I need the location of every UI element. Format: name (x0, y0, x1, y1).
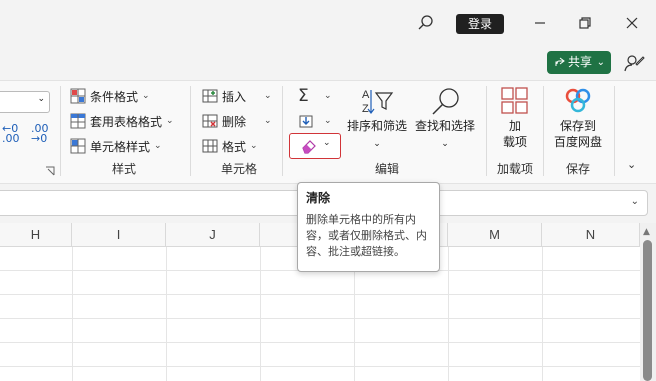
chevron-down-icon: ⌄ (630, 196, 639, 207)
cells-group-label: 单元格 (220, 162, 257, 176)
column-header-n[interactable]: N (542, 223, 640, 247)
tooltip-title: 清除 (306, 191, 331, 205)
restore-icon[interactable] (575, 13, 595, 33)
chevron-down-icon: ⌄ (596, 57, 605, 68)
addins-label-line2: 载项 (502, 135, 527, 149)
feedback-icon[interactable] (623, 52, 645, 74)
delete-button[interactable]: 删除 ⌄ (202, 111, 272, 131)
sort-filter-button[interactable]: A Z 排序和筛选 ⌄ (345, 86, 409, 152)
cell-styles-button[interactable]: 单元格样式 ⌄ (70, 136, 162, 156)
format-cells-icon (202, 139, 218, 153)
save-label-line2: 百度网盘 (553, 135, 602, 149)
column-header-i[interactable]: I (72, 223, 166, 247)
addins-button[interactable]: 加 载项 (493, 86, 537, 150)
share-label: 共享 (568, 55, 593, 69)
column-header-j[interactable]: J (166, 223, 260, 247)
collapse-ribbon-icon[interactable]: ⌄ (627, 158, 636, 171)
styles-group-label: 样式 (111, 162, 136, 176)
clear-tooltip: 清除 删除单元格中的所有内容，或者仅删除格式、内容、批注或超链接。 (297, 182, 440, 272)
save-label-line1: 保存到 (559, 119, 596, 133)
increase-decimal-button[interactable]: .00 →0 (31, 123, 49, 144)
svg-text:A: A (362, 89, 370, 101)
conditional-format-icon (70, 88, 86, 104)
scroll-up-icon[interactable]: ▲ (643, 227, 650, 237)
tooltip-body: 删除单元格中的所有内容，或者仅删除格式、内容、批注或超链接。 (306, 213, 427, 258)
cell-styles-icon (70, 138, 86, 154)
share-button[interactable]: 共享 ⌄ (547, 51, 611, 74)
fill-button[interactable]: ⌄ (298, 111, 332, 131)
scrollbar-thumb[interactable] (643, 240, 652, 381)
dialog-launcher-icon[interactable] (45, 166, 55, 176)
save-to-baidu-button[interactable]: 保存到 百度网盘 (548, 86, 608, 150)
svg-text:Z: Z (362, 103, 369, 115)
sort-filter-icon: A Z (362, 89, 394, 115)
chevron-down-icon: ⌄ (323, 138, 331, 148)
cell-styles-label: 单元格样式 (90, 139, 151, 154)
share-icon (555, 57, 565, 66)
number-format-dropdown[interactable]: ⌄ (0, 91, 50, 113)
table-format-icon (70, 113, 86, 129)
format-label: 格式 (222, 139, 247, 154)
conditional-format-label: 条件格式 (90, 89, 139, 104)
eraser-icon (302, 140, 316, 154)
fill-down-icon (299, 115, 313, 128)
format-as-table-label: 套用表格格式 (90, 114, 163, 129)
addins-label-line1: 加 (508, 119, 521, 133)
sort-filter-label: 排序和筛选 (346, 119, 407, 133)
autosum-button[interactable]: Σ ⌄ (298, 86, 332, 106)
sigma-icon: Σ (298, 86, 309, 106)
column-header-m[interactable]: M (448, 223, 542, 247)
addins-group-label: 加载项 (496, 162, 533, 176)
close-icon[interactable] (622, 13, 642, 33)
decrease-decimal-button[interactable]: ←0.00 (2, 123, 20, 144)
insert-button[interactable]: 插入 ⌄ (202, 86, 272, 106)
conditional-format-button[interactable]: 条件格式 ⌄ (70, 86, 150, 106)
find-select-button[interactable]: 查找和选择 ⌄ (410, 86, 480, 152)
editing-group-label: 编辑 (374, 162, 399, 176)
minimize-icon[interactable] (530, 13, 550, 33)
delete-cells-icon (202, 114, 218, 128)
chevron-down-icon: ⌄ (37, 94, 45, 104)
login-button[interactable]: 登录 (456, 14, 504, 34)
find-select-label: 查找和选择 (414, 119, 475, 133)
search-icon[interactable] (416, 13, 436, 33)
insert-cells-icon (202, 89, 218, 103)
save-group-label: 保存 (565, 162, 590, 176)
magnifier-icon (432, 88, 459, 115)
format-button[interactable]: 格式 ⌄ (202, 136, 258, 156)
insert-label: 插入 (222, 89, 247, 104)
clear-button[interactable]: ⌄ (289, 133, 341, 159)
title-bar: 登录 (0, 0, 656, 46)
addins-grid-icon (501, 87, 528, 114)
format-as-table-button[interactable]: 套用表格格式 ⌄ (70, 111, 174, 131)
delete-label: 删除 (222, 114, 247, 129)
baidu-netdisk-icon (565, 88, 591, 113)
column-header-h[interactable]: H (0, 223, 72, 247)
